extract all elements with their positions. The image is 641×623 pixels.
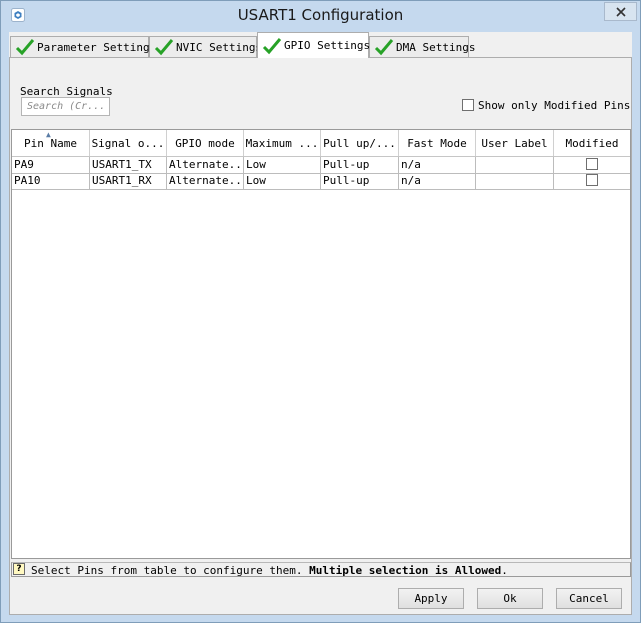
tab-strip: Parameter Settings NVIC Settings GPIO Se… bbox=[9, 32, 632, 58]
title-bar[interactable]: USART1 Configuration bbox=[1, 1, 640, 31]
modified-checkbox[interactable] bbox=[586, 158, 598, 170]
configuration-window: USART1 Configuration Parameter Settings … bbox=[0, 0, 641, 623]
cell-signal: USART1_RX bbox=[90, 173, 167, 189]
cell-pin: PA10 bbox=[12, 173, 90, 189]
cell-mode[interactable]: Alternate... bbox=[167, 173, 244, 189]
check-icon bbox=[15, 39, 35, 56]
tab-parameter-settings[interactable]: Parameter Settings bbox=[10, 36, 156, 57]
cell-user-label[interactable] bbox=[476, 173, 554, 189]
check-icon bbox=[374, 39, 394, 56]
cell-pull[interactable]: Pull-up bbox=[321, 157, 399, 173]
tab-label: GPIO Settings bbox=[284, 39, 371, 52]
apply-button[interactable]: Apply bbox=[398, 588, 464, 609]
cell-maximum[interactable]: Low bbox=[244, 157, 321, 173]
pin-table: ▲ Pin Name Signal o... GPIO mode Maximum… bbox=[11, 129, 631, 559]
cell-modified bbox=[554, 157, 630, 173]
column-header-gpio-mode[interactable]: GPIO mode bbox=[167, 130, 244, 156]
cell-pull[interactable]: Pull-up bbox=[321, 173, 399, 189]
table-header: ▲ Pin Name Signal o... GPIO mode Maximum… bbox=[12, 130, 630, 157]
tab-gpio-settings[interactable]: GPIO Settings bbox=[257, 32, 371, 58]
cell-fast[interactable]: n/a bbox=[399, 157, 476, 173]
window-title: USART1 Configuration bbox=[237, 6, 404, 24]
show-modified-checkbox[interactable] bbox=[462, 99, 474, 111]
cell-signal: USART1_TX bbox=[90, 157, 167, 173]
cell-maximum[interactable]: Low bbox=[244, 173, 321, 189]
cell-mode[interactable]: Alternate... bbox=[167, 157, 244, 173]
cell-pin: PA9 bbox=[12, 157, 90, 173]
search-input[interactable] bbox=[21, 97, 110, 116]
cancel-button[interactable]: Cancel bbox=[556, 588, 622, 609]
modified-checkbox[interactable] bbox=[586, 174, 598, 186]
ok-button[interactable]: Ok bbox=[477, 588, 543, 609]
sort-ascending-icon: ▲ bbox=[46, 130, 51, 139]
status-bar: ? Select Pins from table to configure th… bbox=[11, 562, 631, 577]
close-icon bbox=[616, 7, 626, 17]
help-icon: ? bbox=[13, 563, 25, 575]
column-header-fast-mode[interactable]: Fast Mode bbox=[399, 130, 476, 156]
close-button[interactable] bbox=[604, 2, 637, 21]
dialog-client: Parameter Settings NVIC Settings GPIO Se… bbox=[9, 32, 632, 615]
tab-label: Parameter Settings bbox=[37, 40, 157, 54]
column-header-maximum[interactable]: Maximum ... bbox=[244, 130, 321, 156]
column-header-pull[interactable]: Pull up/... bbox=[321, 130, 399, 156]
cell-modified bbox=[554, 173, 630, 189]
tab-label: NVIC Settings bbox=[176, 40, 263, 54]
column-header-modified[interactable]: Modified bbox=[554, 130, 630, 156]
column-header-pin-name[interactable]: ▲ Pin Name bbox=[12, 130, 90, 156]
table-row[interactable]: PA9 USART1_TX Alternate... Low Pull-up n… bbox=[12, 157, 630, 174]
column-header-signal[interactable]: Signal o... bbox=[90, 130, 167, 156]
status-text: Select Pins from table to configure them… bbox=[31, 564, 508, 577]
check-icon bbox=[262, 37, 282, 54]
cell-fast[interactable]: n/a bbox=[399, 173, 476, 189]
tab-label: DMA Settings bbox=[396, 40, 476, 54]
tab-nvic-settings[interactable]: NVIC Settings bbox=[149, 36, 262, 57]
cell-user-label[interactable] bbox=[476, 157, 554, 173]
column-header-user-label[interactable]: User Label bbox=[476, 130, 554, 156]
tab-dma-settings[interactable]: DMA Settings bbox=[369, 36, 475, 57]
show-modified-label: Show only Modified Pins bbox=[478, 99, 631, 112]
table-row[interactable]: PA10 USART1_RX Alternate... Low Pull-up … bbox=[12, 173, 630, 190]
check-icon bbox=[154, 39, 174, 56]
